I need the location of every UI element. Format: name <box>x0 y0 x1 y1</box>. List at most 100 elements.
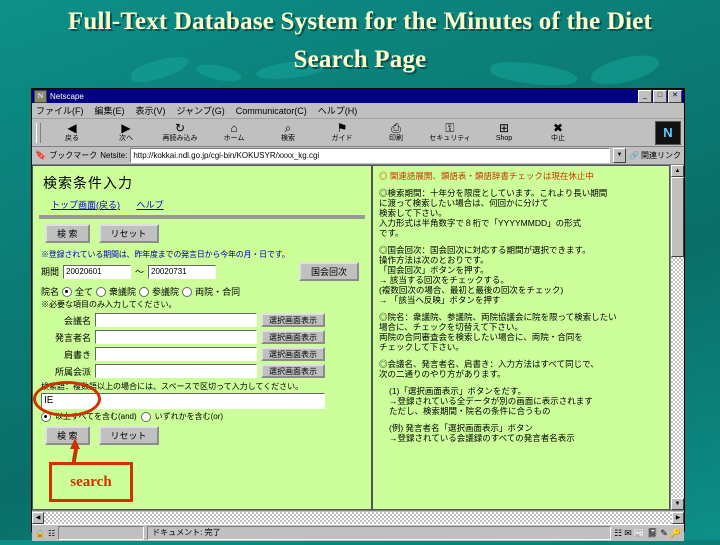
hscrollbar-track[interactable] <box>44 511 672 524</box>
menu-item-edit[interactable]: 編集(E) <box>95 104 125 117</box>
page-horizontal-scrollbar[interactable]: ◀ ▶ <box>32 510 684 524</box>
minimize-button[interactable]: _ <box>638 89 652 103</box>
guide-button[interactable]: ⚑ ガイド <box>315 122 369 143</box>
security-icon[interactable]: 🔑 <box>670 528 681 539</box>
search-submit-button-top[interactable]: 検 索 <box>45 224 90 243</box>
radio-house-joint[interactable] <box>182 286 193 297</box>
page-title: 検索条件入力 <box>43 175 133 191</box>
shop-icon: ⊞ <box>498 121 510 135</box>
security-button-label: セキュリティ <box>429 135 471 142</box>
toolbar-grip[interactable] <box>36 122 41 143</box>
shop-button-label: Shop <box>495 135 513 142</box>
divider <box>39 215 365 219</box>
navigator-icon[interactable]: ☷ <box>614 528 622 539</box>
scroll-left-arrow[interactable]: ◀ <box>32 511 44 524</box>
bookmark-label[interactable]: ブックマーク <box>49 150 97 161</box>
diet-session-button[interactable]: 国会回次 <box>298 262 359 281</box>
radio-house-lower[interactable] <box>96 286 107 297</box>
component-bar: ☷ ✉ 📰 📓 ✎ 🔑 <box>614 528 681 539</box>
forward-button[interactable]: ▶ 次へ <box>99 122 153 143</box>
related-links-button[interactable]: 🔗 関連リンク <box>629 150 681 161</box>
field-row-speaker: 発言者名 選択画面表示 <box>39 330 365 344</box>
radio-keyword-or[interactable] <box>140 411 151 422</box>
nav-links: トップ画面(戻る) ヘルプ <box>51 198 365 211</box>
date-to-input[interactable]: 20020731 <box>148 264 217 279</box>
help-paragraph-method1: (1)「選択画面表示」ボタンをだす。 →登録されている全データが別の画面に表示さ… <box>389 386 593 416</box>
scroll-right-arrow[interactable]: ▶ <box>672 511 684 524</box>
menu-item-go[interactable]: ジャンプ(G) <box>177 104 225 117</box>
home-button[interactable]: ⌂ ホーム <box>207 122 261 143</box>
bookmark-icon[interactable]: 🔖 <box>35 150 46 161</box>
padlock-icon[interactable]: 🔒 <box>35 529 45 538</box>
scrollbar-track[interactable] <box>671 257 684 498</box>
addressbook-icon[interactable]: 📓 <box>647 528 658 539</box>
restore-button[interactable]: □ <box>653 89 667 103</box>
job-title-picker-button[interactable]: 選択画面表示 <box>261 347 325 361</box>
help-paragraph-period: ◎検索期間：十年分を限度としています。これより長い期間 に渡って検索したい場合は… <box>379 188 608 238</box>
meeting-name-label: 会議名 <box>63 315 91 326</box>
help-paragraph-example: (例) 発言者名「選択画面表示」ボタン →登録されている会議録のすべての発言者名… <box>389 423 575 443</box>
guide-icon: ⚑ <box>336 121 348 135</box>
chevron-down-icon[interactable]: ▼ <box>613 148 627 163</box>
date-separator: ～ <box>135 267 145 277</box>
url-input[interactable]: http://kokkai.ndl.go.jp/cgi-bin/KOKUSYR/… <box>130 148 611 163</box>
radio-house-upper-label: 参議院 <box>152 287 180 297</box>
search-toolbar-button[interactable]: ⌕ 検索 <box>261 122 315 143</box>
menu-bar: ファイル(F) 編集(E) 表示(V) ジャンプ(G) Communicator… <box>32 103 684 119</box>
radio-keyword-and-label: 以上すべてを含む(and) <box>55 412 137 421</box>
mailbox-icon[interactable]: ✉ <box>624 528 632 539</box>
netsite-label: Netsite: <box>100 151 128 160</box>
print-icon: ⎙ <box>391 121 401 135</box>
scroll-down-arrow[interactable]: ▼ <box>671 498 684 510</box>
reset-button[interactable]: リセット <box>98 426 159 445</box>
search-submit-button[interactable]: 検 索 <box>45 426 90 445</box>
back-button[interactable]: ◀ 戻る <box>45 122 99 143</box>
radio-house-all[interactable] <box>62 286 73 297</box>
meeting-name-input[interactable] <box>95 313 257 327</box>
help-paragraph-house: ◎院名：衆議院、参議院、両院協議会に院を限って検索したい 場合に、チェックを切替… <box>379 312 617 352</box>
page-vertical-scrollbar[interactable]: ▲ ▼ <box>670 165 684 510</box>
house-radio-row: 院名 全て 衆議院 参議院 両院・合同 <box>41 285 365 298</box>
party-picker-button[interactable]: 選択画面表示 <box>261 364 325 378</box>
speaker-name-picker-button[interactable]: 選択画面表示 <box>261 330 325 344</box>
reload-button[interactable]: ↻ 再読み込み <box>153 122 207 143</box>
security-button[interactable]: ⚿ セキュリティ <box>423 122 477 143</box>
keyword-search-input[interactable]: IE <box>41 393 325 409</box>
scroll-up-arrow[interactable]: ▲ <box>671 165 684 177</box>
reset-button-top[interactable]: リセット <box>98 224 159 243</box>
radio-house-joint-label: 両院・合同 <box>195 287 241 297</box>
netscape-n-logo[interactable]: N <box>655 121 681 145</box>
job-title-input[interactable] <box>95 347 257 361</box>
composer-icon[interactable]: ✎ <box>660 528 668 539</box>
browser-title-bar[interactable]: N Netscape _ □ ✕ <box>32 89 684 103</box>
menu-item-file[interactable]: ファイル(F) <box>36 104 84 117</box>
meeting-name-picker-button[interactable]: 選択画面表示 <box>261 313 325 327</box>
required-fields-note: ※必要な項目のみ入力してください。 <box>41 300 177 309</box>
search-button-label: 検索 <box>281 135 295 142</box>
menu-item-help[interactable]: ヘルプ(H) <box>318 104 358 117</box>
related-links-label: 関連リンク <box>641 151 681 160</box>
location-bar: 🔖 ブックマーク Netsite: http://kokkai.ndl.go.j… <box>32 147 684 165</box>
newsgroup-icon[interactable]: 📰 <box>634 528 645 539</box>
close-button[interactable]: ✕ <box>668 89 682 103</box>
link-help[interactable]: ヘルプ <box>137 200 164 210</box>
link-top-page[interactable]: トップ画面(戻る) <box>51 200 120 210</box>
party-input[interactable] <box>95 364 257 378</box>
menu-item-communicator[interactable]: Communicator(C) <box>236 106 307 116</box>
back-arrow-icon: ◀ <box>67 121 77 135</box>
speaker-name-input[interactable] <box>95 330 257 344</box>
status-progress <box>58 526 145 540</box>
print-button[interactable]: ⎙ 印刷 <box>369 122 423 143</box>
keyword-search-label: 検索語：複数語以上の場合には、スペースで区切って入力してください。 <box>41 382 304 391</box>
radio-keyword-and[interactable] <box>41 411 51 422</box>
stop-button[interactable]: ✖ 中止 <box>531 122 585 143</box>
forward-arrow-icon: ▶ <box>121 121 131 135</box>
date-from-input[interactable]: 20020601 <box>63 264 132 279</box>
annotation-callout-label: search <box>70 473 112 490</box>
menu-item-view[interactable]: 表示(V) <box>136 104 166 117</box>
shop-button[interactable]: ⊞ Shop <box>477 122 531 143</box>
top-button-row: 検 索 リセット <box>45 224 365 243</box>
scrollbar-thumb[interactable] <box>671 177 684 257</box>
radio-house-upper[interactable] <box>139 286 150 297</box>
radio-house-lower-label: 衆議院 <box>109 287 137 297</box>
